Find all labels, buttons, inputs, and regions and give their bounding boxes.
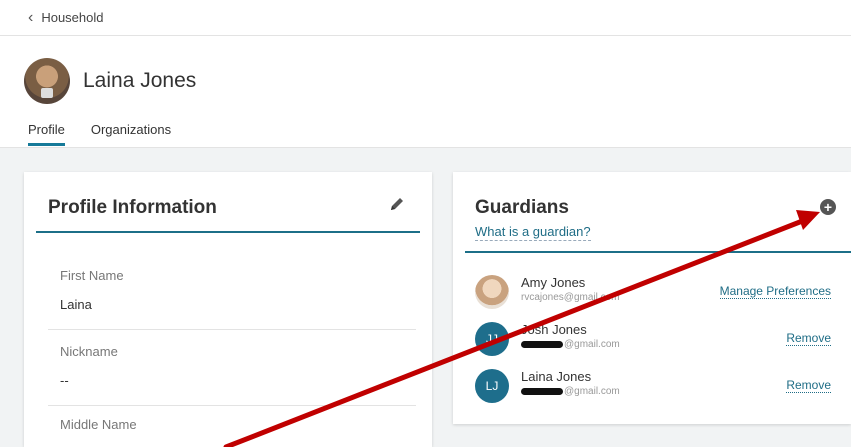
tab-bar: Profile Organizations [28, 122, 171, 146]
card-divider [465, 251, 851, 253]
profile-header: Laina Jones Profile Organizations [0, 36, 851, 148]
nickname-field: Nickname -- [60, 344, 416, 388]
field-label: First Name [60, 268, 124, 283]
top-bar: ‹ Household [0, 0, 851, 36]
guardians-card: Guardians + What is a guardian? Amy Jone… [453, 172, 851, 424]
guardian-name: Josh Jones [521, 322, 587, 337]
guardian-email: @gmail.com [564, 386, 620, 397]
chevron-left-icon: ‹ [28, 8, 34, 26]
guardian-row: Amy Jones rvcajones@gmail.com Manage Pre… [475, 275, 831, 315]
guardian-email: @gmail.com [564, 339, 620, 350]
remove-guardian-link[interactable]: Remove [786, 331, 831, 346]
guardian-avatar [475, 275, 509, 309]
guardian-row: JJ Josh Jones @gmail.com Remove [475, 322, 831, 362]
field-label: Nickname [60, 344, 118, 359]
manage-preferences-link[interactable]: Manage Preferences [719, 284, 831, 299]
card-divider [36, 231, 420, 233]
back-link-household[interactable]: ‹ Household [28, 9, 103, 27]
camera-icon [41, 88, 53, 98]
tab-profile[interactable]: Profile [28, 122, 65, 146]
field-divider [48, 329, 416, 330]
profile-card-title: Profile Information [48, 197, 217, 218]
redaction-mark [521, 387, 563, 395]
guardian-email: rvcajones@gmail.com [521, 292, 620, 303]
guardian-email-row: @gmail.com [521, 339, 620, 350]
field-label: Middle Name [60, 417, 137, 432]
edit-pencil-icon[interactable] [388, 195, 406, 213]
guardian-avatar: JJ [475, 322, 509, 356]
remove-guardian-link[interactable]: Remove [786, 378, 831, 393]
guardian-avatar: LJ [475, 369, 509, 403]
redaction-mark [521, 340, 563, 348]
add-guardian-plus-icon[interactable]: + [820, 199, 836, 215]
guardian-email-row: @gmail.com [521, 386, 620, 397]
middle-name-field: Middle Name [60, 417, 416, 432]
guardian-name: Laina Jones [521, 369, 592, 384]
guardian-row: LJ Laina Jones @gmail.com Remove [475, 369, 831, 409]
guardians-card-title: Guardians [475, 197, 569, 218]
avatar[interactable] [24, 58, 70, 104]
profile-information-card: Profile Information First Name Laina Nic… [24, 172, 432, 447]
first-name-field: First Name Laina [60, 268, 416, 312]
guardian-name: Amy Jones [521, 275, 586, 290]
field-value: Laina [60, 297, 92, 312]
field-value: -- [60, 373, 69, 388]
tab-organizations[interactable]: Organizations [91, 122, 171, 146]
page-title: Laina Jones [83, 69, 197, 92]
field-divider [48, 405, 416, 406]
what-is-guardian-link[interactable]: What is a guardian? [475, 224, 591, 241]
back-label: Household [41, 10, 104, 25]
